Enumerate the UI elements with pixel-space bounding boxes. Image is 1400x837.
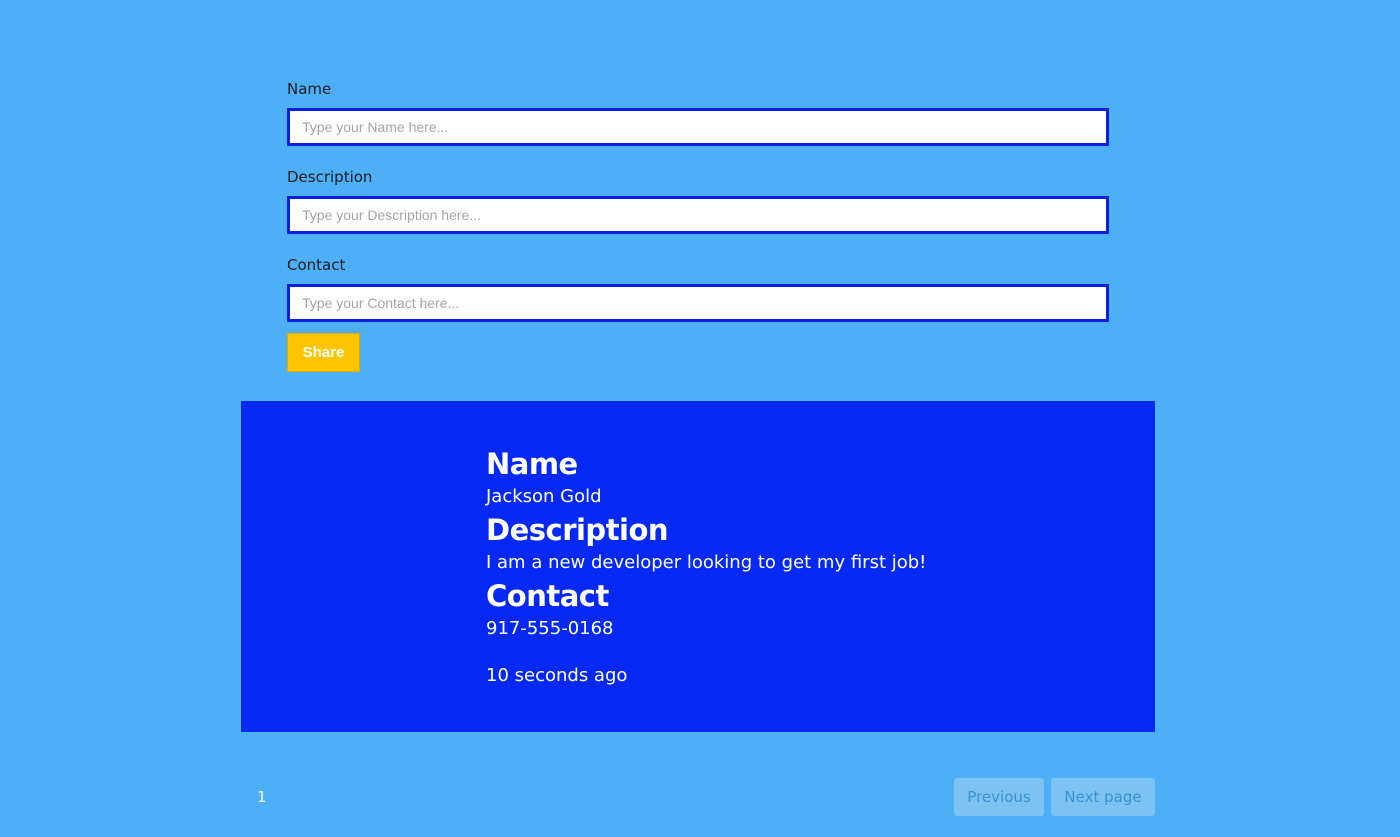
- post-contact-heading: Contact: [486, 579, 609, 613]
- previous-page-button[interactable]: Previous: [954, 778, 1044, 816]
- name-input[interactable]: [287, 108, 1109, 146]
- name-label: Name: [287, 80, 332, 98]
- post-description-heading: Description: [486, 513, 669, 547]
- post-form: Name Description Contact Share: [287, 80, 1109, 372]
- current-page-number: 1: [257, 788, 267, 806]
- contact-input[interactable]: [287, 284, 1109, 322]
- post-description-value: I am a new developer looking to get my f…: [486, 552, 927, 573]
- description-input[interactable]: [287, 196, 1109, 234]
- post-name-value: Jackson Gold: [486, 486, 602, 507]
- post-card-content: Name Jackson Gold Description I am a new…: [486, 445, 926, 690]
- page: Name Description Contact Share Name Jack…: [0, 0, 1400, 837]
- contact-label: Contact: [287, 256, 346, 274]
- post-timestamp: 10 seconds ago: [486, 665, 628, 686]
- post-contact-value: 917-555-0168: [486, 618, 614, 639]
- post-card: Name Jackson Gold Description I am a new…: [241, 401, 1155, 732]
- description-label: Description: [287, 168, 373, 186]
- share-button[interactable]: Share: [287, 333, 360, 372]
- next-page-button[interactable]: Next page: [1051, 778, 1155, 816]
- post-name-heading: Name: [486, 447, 578, 481]
